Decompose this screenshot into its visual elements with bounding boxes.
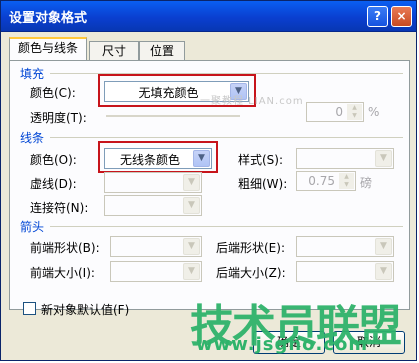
weight-label: 粗细(W): [238, 177, 288, 191]
weight-spinner[interactable]: 0.75 ▲ ▼ [296, 171, 356, 191]
default-checkbox-label: 新对象默认值(F) [41, 303, 130, 317]
transparency-slider[interactable] [106, 115, 240, 117]
transparency-label: 透明度(T): [30, 111, 87, 125]
chevron-down-icon[interactable]: ▼ [375, 150, 392, 167]
chevron-down-icon[interactable]: ▼ [183, 197, 200, 214]
fill-section-label: 填充 [20, 67, 45, 81]
connector-label: 连接符(N): [30, 201, 89, 215]
chevron-down-icon[interactable]: ▼ [375, 263, 392, 280]
line-style-label: 样式(S): [238, 153, 284, 167]
spin-up-icon[interactable]: ▲ [347, 104, 362, 112]
chevron-down-icon[interactable]: ▼ [375, 238, 392, 255]
end-size-label: 后端大小(Z): [216, 266, 286, 280]
line-color-highlight [98, 141, 218, 173]
end-size-dropdown[interactable]: ▼ [296, 261, 394, 282]
arrows-section-label: 箭头 [20, 220, 45, 234]
chevron-down-icon[interactable]: ▼ [183, 263, 200, 280]
default-checkbox[interactable] [23, 302, 36, 315]
arrows-divider [50, 226, 403, 227]
transparency-value: 0 [335, 105, 343, 119]
end-style-dropdown[interactable]: ▼ [296, 236, 394, 257]
help-button[interactable]: ? [367, 6, 388, 27]
transparency-spinner[interactable]: 0 ▲ ▼ [306, 102, 364, 122]
fill-color-label: 颜色(C): [30, 86, 76, 100]
faint-watermark: 一聚教程 LIAN.com [200, 96, 304, 107]
dialog-title: 设置对象格式 [9, 11, 88, 26]
dash-dropdown[interactable]: ▼ [104, 172, 202, 193]
line-color-label: 颜色(O): [30, 153, 77, 167]
dash-label: 虚线(D): [30, 177, 77, 191]
line-section-label: 线条 [20, 131, 45, 145]
chevron-down-icon[interactable]: ▼ [183, 238, 200, 255]
tab-colors-and-lines[interactable]: 颜色与线条 [9, 37, 87, 61]
connector-dropdown[interactable]: ▼ [104, 195, 202, 216]
site-watermark-url: www.jsgho.com [196, 334, 369, 355]
chevron-down-icon[interactable]: ▼ [183, 174, 200, 191]
spin-down-icon[interactable]: ▼ [339, 181, 354, 189]
title-bar[interactable]: 设置对象格式 ? × [1, 1, 416, 32]
begin-size-dropdown[interactable]: ▼ [110, 261, 202, 282]
tab-position[interactable]: 位置 [139, 41, 185, 60]
spin-up-icon[interactable]: ▲ [339, 173, 354, 181]
line-style-dropdown[interactable]: ▼ [296, 148, 394, 169]
close-button[interactable]: × [391, 6, 412, 27]
weight-unit: 磅 [360, 176, 373, 190]
begin-style-label: 前端形状(B): [30, 241, 100, 255]
weight-value: 0.75 [308, 174, 335, 188]
tab-size[interactable]: 尺寸 [89, 41, 139, 60]
end-style-label: 后端形状(E): [216, 241, 285, 255]
begin-style-dropdown[interactable]: ▼ [110, 236, 202, 257]
spin-down-icon[interactable]: ▼ [347, 112, 362, 120]
begin-size-label: 前端大小(I): [30, 266, 95, 280]
transparency-unit: % [368, 105, 380, 119]
line-divider [50, 137, 403, 138]
